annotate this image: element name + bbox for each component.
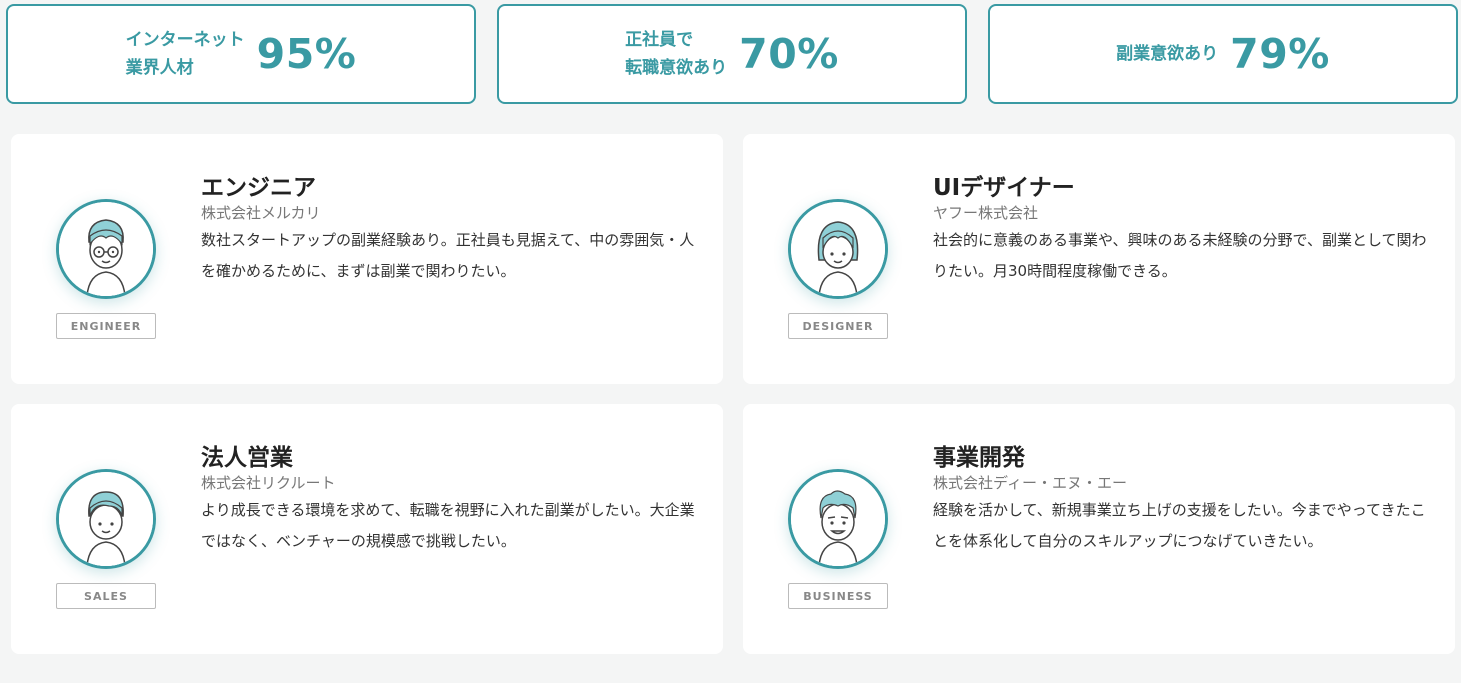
- stats-row: インターネット 業界人材 95% 正社員で 転職意欲あり 70% 副業意欲あり …: [6, 4, 1460, 104]
- card-body: 事業開発 株式会社ディー・エヌ・エー 経験を活かして、新規事業立ち上げの支援をし…: [933, 444, 1433, 557]
- stat-value: 95%: [256, 30, 357, 78]
- profile-card-designer: DESIGNER UIデザイナー ヤフー株式会社 社会的に意義のある事業や、興味…: [743, 134, 1455, 384]
- stat-value: 70%: [739, 30, 839, 78]
- role-tag: SALES: [56, 583, 156, 609]
- card-body: 法人営業 株式会社リクルート より成長できる環境を求めて、転職を視野に入れた副業…: [201, 444, 701, 557]
- card-title: エンジニア: [201, 175, 316, 201]
- role-tag: ENGINEER: [56, 313, 156, 339]
- card-title: 事業開発: [933, 445, 1025, 471]
- stat-label: 副業意欲あり: [1116, 44, 1219, 64]
- stat-internet-talent: インターネット 業界人材 95%: [6, 4, 476, 104]
- business-avatar-icon: [788, 469, 888, 569]
- sales-avatar-icon: [56, 469, 156, 569]
- card-company: 株式会社リクルート: [201, 474, 336, 492]
- stat-side-job-intent: 副業意欲あり 79%: [988, 4, 1458, 104]
- role-tag: DESIGNER: [788, 313, 888, 339]
- card-description: 数社スタートアップの副業経験あり。正社員も見据えて、中の雰囲気・人を確かめるため…: [201, 231, 695, 280]
- card-body: UIデザイナー ヤフー株式会社 社会的に意義のある事業や、興味のある未経験の分野…: [933, 174, 1433, 287]
- card-company: ヤフー株式会社: [933, 204, 1039, 222]
- card-company: 株式会社メルカリ: [201, 204, 321, 222]
- stat-label: 正社員で 転職意欲あり: [625, 30, 728, 78]
- card-description: 社会的に意義のある事業や、興味のある未経験の分野で、副業として関わりたい。月30…: [933, 231, 1427, 280]
- stat-job-change-intent: 正社員で 転職意欲あり 70%: [497, 4, 967, 104]
- role-tag: BUSINESS: [788, 583, 888, 609]
- designer-avatar-icon: [788, 199, 888, 299]
- profile-card-engineer: ENGINEER エンジニア 株式会社メルカリ 数社スタートアップの副業経験あり…: [11, 134, 723, 384]
- card-company: 株式会社ディー・エヌ・エー: [933, 474, 1127, 492]
- stat-value: 79%: [1230, 30, 1330, 78]
- profile-card-business: BUSINESS 事業開発 株式会社ディー・エヌ・エー 経験を活かして、新規事業…: [743, 404, 1455, 654]
- card-title: UIデザイナー: [933, 175, 1075, 201]
- card-body: エンジニア 株式会社メルカリ 数社スタートアップの副業経験あり。正社員も見据えて…: [201, 174, 701, 287]
- stat-label: インターネット 業界人材: [125, 30, 245, 78]
- card-description: より成長できる環境を求めて、転職を視野に入れた副業がしたい。大企業ではなく、ベン…: [201, 501, 695, 550]
- engineer-avatar-icon: [56, 199, 156, 299]
- card-title: 法人営業: [201, 445, 293, 471]
- profile-card-sales: SALES 法人営業 株式会社リクルート より成長できる環境を求めて、転職を視野…: [11, 404, 723, 654]
- card-description: 経験を活かして、新規事業立ち上げの支援をしたい。今までやってきたことを体系化して…: [933, 501, 1426, 550]
